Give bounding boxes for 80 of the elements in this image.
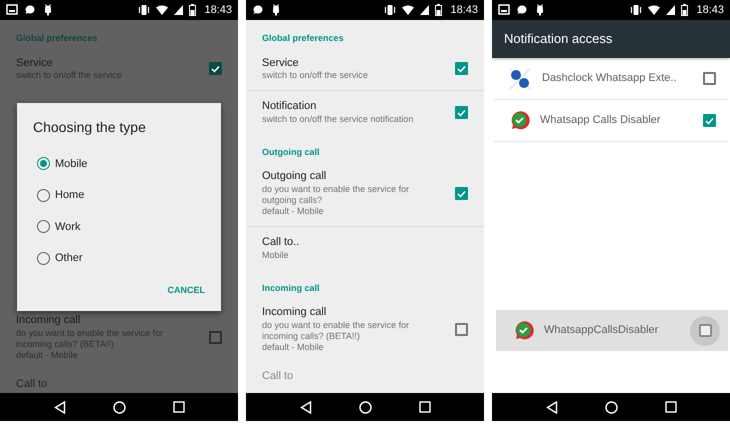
preference-summary: do you want to enable the service for incoming calls? (BETA!!) default - Mobile bbox=[262, 320, 410, 353]
checkbox[interactable] bbox=[455, 62, 468, 76]
preference-summary: Mobile bbox=[262, 250, 290, 261]
signal-icon bbox=[174, 5, 184, 15]
preference-summary: switch to on/off the service notification bbox=[262, 114, 414, 125]
preference-summary: switch to on/off the service bbox=[262, 70, 369, 82]
wifi-icon bbox=[402, 4, 414, 16]
vibrate-icon bbox=[384, 4, 396, 16]
checkbox[interactable] bbox=[209, 331, 222, 344]
recent-apps-icon[interactable] bbox=[172, 401, 184, 413]
chat-bubble-icon bbox=[24, 4, 36, 16]
battery-icon bbox=[435, 4, 442, 16]
preference-row[interactable]: Incoming call do you want to enable the service for incoming calls? (BETA!!) default - Mobile bbox=[246, 297, 484, 362]
back-icon[interactable] bbox=[54, 400, 66, 414]
radio-option[interactable]: Other bbox=[33, 242, 205, 274]
checkbox[interactable] bbox=[209, 62, 222, 76]
preference-summary: do you want to enable the service for outgoing calls? default - Mobile bbox=[262, 184, 410, 218]
preference-title: Service bbox=[262, 56, 300, 70]
app-bar-title: Notification access bbox=[492, 20, 730, 58]
preference-title: Call to.. bbox=[262, 236, 300, 250]
preference-row[interactable]: Service switch to on/off the service bbox=[246, 48, 484, 90]
preference-row[interactable]: Call to.. Mobile bbox=[246, 226, 484, 270]
section-header: Global preferences bbox=[15, 32, 99, 45]
radio-option[interactable]: Work bbox=[33, 211, 205, 242]
vibrate-icon bbox=[138, 4, 150, 16]
preference-title: Incoming call bbox=[262, 306, 328, 320]
radio-option[interactable]: Home bbox=[33, 180, 205, 211]
dialog-title: Choosing the type bbox=[33, 118, 147, 137]
app-name: WhatsappCallsDisabler bbox=[544, 323, 660, 338]
back-icon[interactable] bbox=[300, 400, 312, 414]
app-name: Whatsapp Calls Disabler bbox=[540, 113, 662, 128]
section-header: Incoming call bbox=[261, 282, 321, 295]
preference-row[interactable]: Outgoing call do you want to enable the service for outgoing calls? default - Mobile bbox=[246, 161, 484, 226]
radio-button[interactable] bbox=[37, 157, 50, 170]
section-header: Outgoing call bbox=[261, 146, 320, 159]
radio-button[interactable] bbox=[37, 220, 50, 234]
recent-apps-icon[interactable] bbox=[418, 401, 430, 413]
home-icon[interactable] bbox=[358, 400, 372, 414]
app-name: Dashclock Whatsapp Exte.. bbox=[542, 71, 678, 86]
radio-option[interactable]: Mobile bbox=[33, 148, 205, 180]
radio-button[interactable] bbox=[37, 188, 50, 202]
dashclock-icon bbox=[508, 66, 532, 90]
checkbox[interactable] bbox=[703, 72, 716, 85]
image-icon bbox=[6, 4, 18, 16]
status-time: 18:43 bbox=[696, 2, 724, 18]
android-icon bbox=[534, 4, 546, 16]
android-icon bbox=[42, 4, 54, 16]
app-row[interactable]: Whatsapp Calls Disabler bbox=[494, 100, 728, 142]
back-icon[interactable] bbox=[546, 400, 558, 414]
signal-icon bbox=[666, 5, 676, 15]
checkbox[interactable] bbox=[455, 106, 468, 120]
signal-icon bbox=[420, 5, 430, 15]
checkbox[interactable] bbox=[455, 323, 468, 336]
drag-handle[interactable] bbox=[690, 316, 720, 346]
home-icon[interactable] bbox=[112, 400, 126, 414]
status-time: 18:43 bbox=[450, 2, 478, 18]
chat-bubble-icon bbox=[252, 4, 264, 16]
preference-title: Incoming call bbox=[16, 314, 82, 328]
vibrate-icon bbox=[630, 4, 642, 16]
preference-title: Call to bbox=[261, 368, 294, 384]
radio-button[interactable] bbox=[37, 252, 50, 265]
image-icon bbox=[498, 4, 510, 16]
home-icon[interactable] bbox=[604, 400, 618, 414]
chat-bubble-icon bbox=[516, 4, 528, 16]
section-header: Global preferences bbox=[261, 32, 345, 45]
android-icon bbox=[270, 4, 282, 16]
wifi-icon bbox=[156, 4, 168, 16]
preference-row[interactable]: Notification switch to on/off the service notification bbox=[246, 90, 484, 134]
wifi-icon bbox=[648, 4, 660, 16]
preference-title: Outgoing call bbox=[262, 170, 328, 184]
preference-title: Service bbox=[16, 56, 54, 70]
app-row[interactable]: Dashclock Whatsapp Exte.. bbox=[494, 58, 728, 100]
checkbox[interactable] bbox=[455, 187, 468, 200]
preference-title: Call to bbox=[15, 376, 48, 392]
preference-title: Notification bbox=[262, 100, 318, 114]
battery-icon bbox=[681, 4, 688, 16]
recent-apps-icon[interactable] bbox=[664, 401, 676, 413]
battery-icon bbox=[189, 4, 196, 16]
checkbox[interactable] bbox=[703, 114, 716, 127]
status-time: 18:43 bbox=[204, 2, 232, 18]
